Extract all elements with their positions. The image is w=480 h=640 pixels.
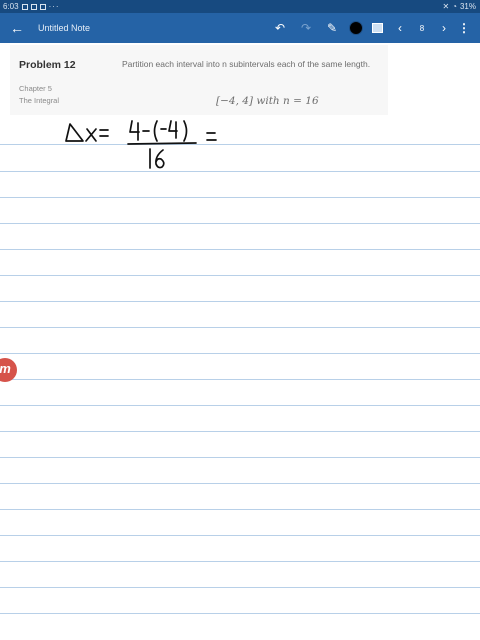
ink-x: [85, 128, 97, 142]
page-number: 8: [419, 23, 425, 33]
notification-icon: [30, 3, 37, 10]
ink-paren-close: [183, 120, 188, 142]
battery-level: 31%: [459, 2, 476, 11]
chevron-right-icon[interactable]: ›: [436, 13, 452, 43]
ink-four: [168, 120, 178, 139]
pen-icon[interactable]: ✎: [322, 13, 342, 43]
app-toolbar: ← Untitled Note ↶ ↷ ✎ ‹ 8 › ⋮: [0, 13, 480, 43]
color-swatch: [349, 21, 363, 35]
notification-icon: [21, 3, 28, 10]
status-bar: 6:03 ··· ✕ ◔ 31%: [0, 0, 480, 13]
image-icon[interactable]: [367, 13, 387, 43]
ink-fraction-bar: [127, 142, 197, 145]
redo-icon[interactable]: ↷: [296, 13, 316, 43]
handwritten-solution: [65, 120, 217, 169]
ink-delta: [65, 123, 84, 142]
ink-equals: [99, 129, 109, 137]
battery-saver-icon: ✕: [442, 2, 450, 11]
undo-icon[interactable]: ↶: [270, 13, 290, 43]
ink-paren-open: [153, 120, 158, 142]
status-time: 6:03: [3, 2, 19, 11]
ink-six: [155, 149, 165, 169]
status-overflow: ···: [48, 2, 60, 11]
more-vertical-icon[interactable]: ⋮: [456, 13, 472, 43]
arrow-left-icon[interactable]: ←: [6, 13, 28, 43]
color-picker-button[interactable]: [346, 13, 366, 43]
note-title[interactable]: Untitled Note: [38, 13, 90, 43]
notification-icon: [39, 3, 46, 10]
chevron-left-icon[interactable]: ‹: [392, 13, 408, 43]
ink-equals: [206, 132, 217, 141]
wifi-icon: ◔: [452, 2, 457, 11]
note-canvas[interactable]: Problem 12 Chapter 5 The Integral Partit…: [0, 43, 480, 640]
ink-four: [129, 120, 140, 141]
